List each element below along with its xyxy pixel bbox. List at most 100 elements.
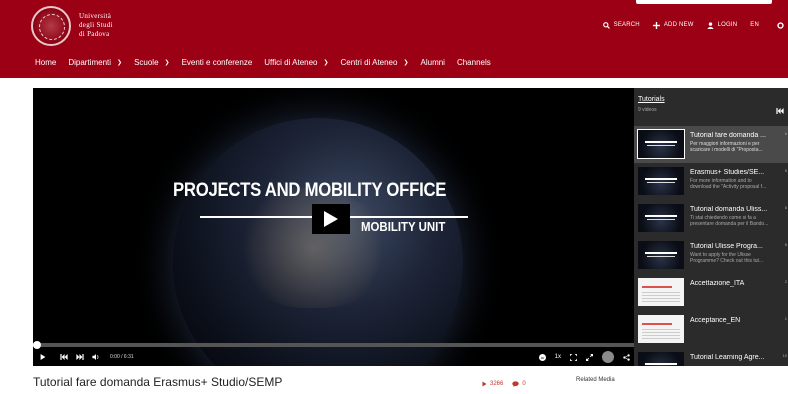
big-play-button[interactable] xyxy=(312,204,350,234)
search-icon xyxy=(602,21,610,29)
header-actions: SEARCH ADD NEW LOGIN EN xyxy=(602,19,788,31)
top-strip xyxy=(636,0,772,4)
gear-icon xyxy=(777,21,784,29)
progress-handle[interactable] xyxy=(33,341,41,349)
thumb-graphic xyxy=(645,178,677,180)
playback-speed-button[interactable]: 1x xyxy=(555,354,561,360)
playlist-item[interactable]: Accettazione_ITA 2 xyxy=(634,274,788,311)
playlist-item-duration: 6 xyxy=(784,131,787,136)
add-new-label: ADD NEW xyxy=(663,22,694,28)
playlist-panel: Tutorials 9 videos Tutorial fare domanda… xyxy=(634,88,788,366)
kaltura-logo-button[interactable] xyxy=(602,351,614,363)
playlist-item-name: Tutorial Ulisse Progra... xyxy=(690,243,763,250)
playlist-prev-button[interactable] xyxy=(776,108,784,116)
video-thumbnail xyxy=(638,241,684,269)
nav-item-label: Dipartimenti xyxy=(68,57,112,67)
playlist-item-text: Tutorial domanda Uliss... Ti stai chiede… xyxy=(690,206,786,227)
more-menu-button[interactable] xyxy=(777,21,788,29)
video-thumbnail xyxy=(637,129,685,159)
volume-button[interactable] xyxy=(92,354,100,360)
playlist-item[interactable]: Tutorial domanda Uliss... Ti stai chiede… xyxy=(634,200,788,237)
playlist-item-duration: 10 xyxy=(782,353,787,358)
playlist-item-text: Accettazione_ITA xyxy=(690,280,786,287)
share-button[interactable] xyxy=(623,353,630,361)
playlist-item-name: Accettazione_ITA xyxy=(690,280,745,287)
playlist-item[interactable]: Tutorial fare domanda ... Per maggiori i… xyxy=(634,126,788,163)
related-media-heading: Related Media xyxy=(576,377,615,383)
share-icon xyxy=(623,353,630,361)
thumb-graphic xyxy=(647,182,675,183)
playlist-item-desc: scaricare i modelli di "Proposta... xyxy=(690,147,763,153)
nav-item-label: Uffici di Ateneo xyxy=(264,57,318,67)
nav-item-label: Home xyxy=(35,57,57,67)
media-stats: 3266 0 xyxy=(482,381,535,387)
video-player[interactable]: PROJECTS AND MOBILITY OFFICE MOBILITY UN… xyxy=(33,88,634,366)
play-button[interactable] xyxy=(40,354,46,360)
player-controls-right: cc 1x xyxy=(530,351,630,363)
nav-item-alumni[interactable]: Alumni xyxy=(421,58,445,67)
user-icon xyxy=(706,21,714,29)
playlist-item-desc: presentare domanda per il Bando... xyxy=(690,221,769,227)
fullscreen-button[interactable] xyxy=(586,353,593,361)
nav-item-scuole[interactable]: Scuole ❯ xyxy=(134,58,170,67)
nav-item-centri[interactable]: Centri di Ateneo ❯ xyxy=(341,58,409,67)
video-thumbnail xyxy=(638,204,684,232)
chevron-down-icon: ❯ xyxy=(164,59,170,66)
search-button[interactable]: SEARCH xyxy=(602,21,640,29)
captions-button[interactable]: cc xyxy=(538,353,546,361)
skip-back-icon xyxy=(776,108,784,114)
playlist-item[interactable]: Erasmus+ Studies/SE... For more informat… xyxy=(634,163,788,200)
nav-item-dipartimenti[interactable]: Dipartimenti ❯ xyxy=(68,58,122,67)
logo-line-2: degli Studi xyxy=(79,21,113,29)
playlist-item-text: Acceptance_EN xyxy=(690,317,786,324)
thumb-graphic xyxy=(645,215,677,217)
svg-text:cc: cc xyxy=(540,355,544,359)
video-overlay-subtitle: MOBILITY UNIT xyxy=(361,219,446,234)
logo-line-1: Università xyxy=(79,12,112,20)
playlist-item[interactable]: Tutorial Ulisse Progra... Want to apply … xyxy=(634,237,788,274)
nav-item-uffici[interactable]: Uffici di Ateneo ❯ xyxy=(264,58,328,67)
nav-item-eventi[interactable]: Eventi e conferenze xyxy=(182,58,253,67)
university-logo-text[interactable]: Università degli Studi di Padova xyxy=(79,12,113,39)
volume-icon xyxy=(92,354,99,360)
comments-value: 0 xyxy=(522,381,526,387)
thumb-graphic xyxy=(645,363,677,365)
chevron-down-icon: ❯ xyxy=(323,59,329,66)
earth-background-image xyxy=(173,118,463,366)
language-switch[interactable]: EN xyxy=(750,22,759,28)
playlist-item-text: Tutorial fare domanda ... Per maggiori i… xyxy=(690,132,786,153)
nav-item-home[interactable]: Home xyxy=(35,58,56,67)
nav-item-label: Eventi e conferenze xyxy=(181,57,253,67)
previous-button[interactable] xyxy=(60,354,68,360)
nav-item-label: Channels xyxy=(456,57,491,67)
play-icon xyxy=(324,211,338,227)
comments-count[interactable]: 0 xyxy=(512,381,526,387)
thumb-graphic xyxy=(647,256,675,257)
nav-item-label: Alumni xyxy=(420,57,445,67)
dual-screen-button[interactable] xyxy=(570,353,577,361)
player-controls: 0:00 / 6:31 cc 1x xyxy=(33,350,634,364)
video-thumbnail xyxy=(638,315,684,343)
playlist-item-text: Tutorial Ulisse Progra... Want to apply … xyxy=(690,243,786,264)
chevron-down-icon: ❯ xyxy=(403,59,409,66)
playlist-item[interactable]: Tutorial Learning Agre... 10 xyxy=(634,348,788,366)
playlist-item-duration: 6 xyxy=(784,242,787,247)
plays-count: 3266 xyxy=(482,381,503,387)
playlist-item-name: Tutorial Learning Agre... xyxy=(690,354,765,361)
university-seal-logo[interactable] xyxy=(31,6,71,46)
playlist-header: Tutorials 9 videos xyxy=(638,96,665,113)
nav-item-channels[interactable]: Channels xyxy=(457,58,491,67)
nav-item-label: Scuole xyxy=(134,57,159,67)
play-icon xyxy=(40,354,46,360)
media-title: Tutorial fare domanda Erasmus+ Studio/SE… xyxy=(33,375,283,389)
playlist-item-name: Tutorial domanda Uliss... xyxy=(690,206,768,213)
thumb-graphic xyxy=(647,145,675,146)
login-button[interactable]: LOGIN xyxy=(706,21,738,29)
playlist-item[interactable]: Acceptance_EN 1 xyxy=(634,311,788,348)
progress-bar[interactable] xyxy=(33,343,634,347)
playlist-item-name: Acceptance_EN xyxy=(690,317,741,324)
layout-icon xyxy=(570,353,577,361)
add-new-button[interactable]: ADD NEW xyxy=(652,21,694,29)
playlist-title[interactable]: Tutorials xyxy=(638,96,665,103)
next-button[interactable] xyxy=(76,354,84,360)
